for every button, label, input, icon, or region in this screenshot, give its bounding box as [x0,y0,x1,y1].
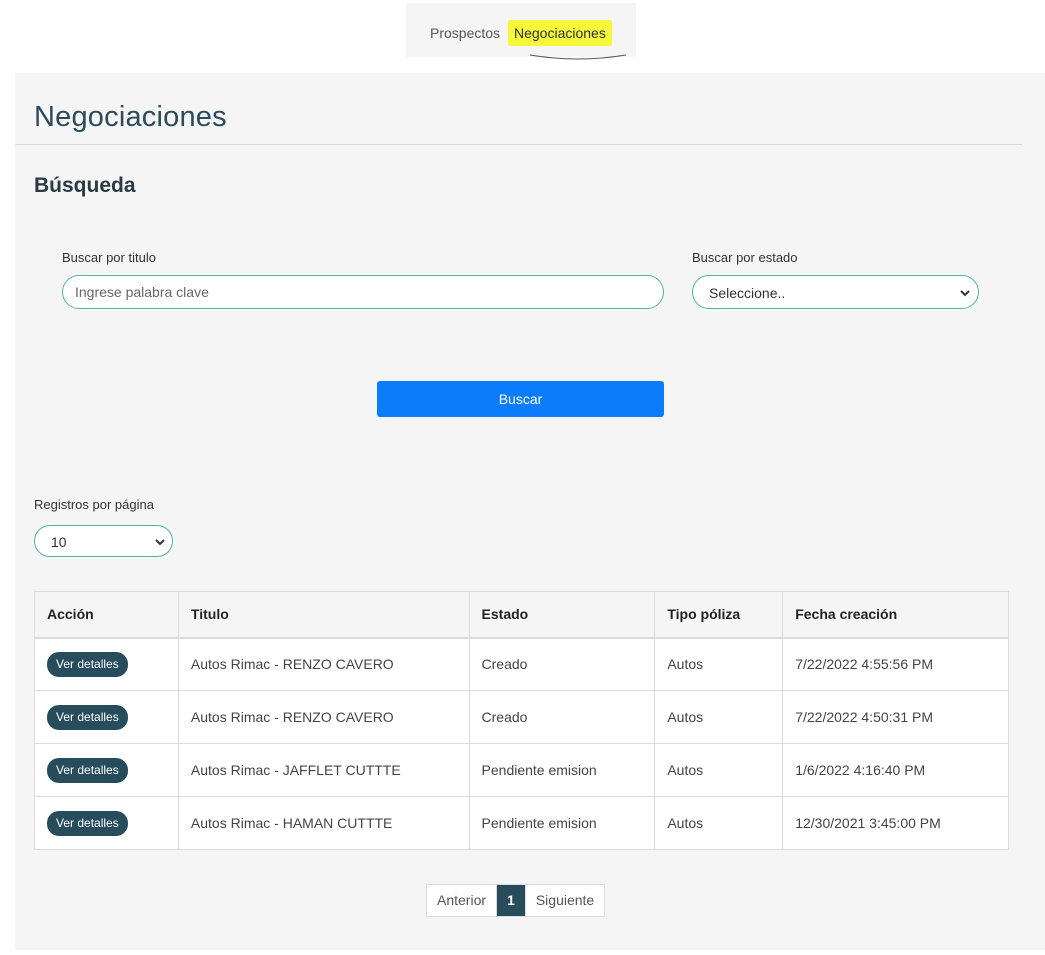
pagination-prev-button[interactable]: Anterior [427,885,496,916]
chevron-down-icon [960,290,970,297]
cell-titulo: Autos Rimac - JAFFLET CUTTTE [177,743,470,797]
cell-accion: Ver detalles [34,796,179,850]
main-panel: Negociaciones Búsqueda Buscar por titulo… [15,73,1045,950]
table-row: Ver detalles Autos Rimac - RENZO CAVERO … [34,637,1009,691]
tab-prospectos[interactable]: Prospectos [424,20,506,46]
table-row: Ver detalles Autos Rimac - HAMAN CUTTTE … [34,796,1009,850]
col-header-estado: Estado [468,591,656,639]
table-row: Ver detalles Autos Rimac - RENZO CAVERO … [34,690,1009,744]
cell-tipo: Autos [654,690,784,744]
col-header-fecha-creacion: Fecha creación [782,591,1009,639]
table-header-row: Acción Titulo Estado Tipo póliza Fecha c… [34,591,1009,639]
col-header-accion: Acción [34,591,179,639]
cell-fecha: 7/22/2022 4:50:31 PM [782,690,1009,744]
search-state-label: Buscar por estado [692,250,798,265]
per-page-select[interactable]: 10 [34,525,173,557]
per-page-label: Registros por página [34,497,154,512]
cell-fecha: 12/30/2021 3:45:00 PM [782,796,1009,850]
cell-estado: Pendiente emision [468,743,656,797]
pagination: Anterior 1 Siguiente [426,884,606,917]
search-title-label: Buscar por titulo [62,250,156,265]
search-button[interactable]: Buscar [377,381,664,417]
cell-estado: Creado [468,690,656,744]
tab-active-underline [529,54,627,60]
cell-fecha: 7/22/2022 4:55:56 PM [782,637,1009,691]
cell-accion: Ver detalles [34,743,179,797]
view-details-button[interactable]: Ver detalles [47,757,128,783]
negotiations-table: Acción Titulo Estado Tipo póliza Fecha c… [34,591,1009,850]
cell-titulo: Autos Rimac - HAMAN CUTTTE [177,796,470,850]
cell-accion: Ver detalles [34,637,179,691]
pagination-next-button[interactable]: Siguiente [524,885,604,916]
cell-accion: Ver detalles [34,690,179,744]
table-row: Ver detalles Autos Rimac - JAFFLET CUTTT… [34,743,1009,797]
section-title-busqueda: Búsqueda [34,174,136,197]
chevron-down-icon [155,539,165,546]
col-header-titulo: Titulo [177,591,470,639]
search-title-input[interactable] [62,275,664,309]
cell-tipo: Autos [654,743,784,797]
tab-negociaciones[interactable]: Negociaciones [508,20,612,46]
cell-estado: Pendiente emision [468,796,656,850]
search-state-value: Seleccione.. [709,285,786,301]
cell-fecha: 1/6/2022 4:16:40 PM [782,743,1009,797]
pagination-page-button[interactable]: 1 [496,885,525,916]
view-details-button[interactable]: Ver detalles [47,651,128,677]
col-header-tipo-poliza: Tipo póliza [654,591,784,639]
cell-tipo: Autos [654,637,784,691]
cell-titulo: Autos Rimac - RENZO CAVERO [177,690,470,744]
page-title: Negociaciones [34,101,227,133]
cell-titulo: Autos Rimac - RENZO CAVERO [177,637,470,691]
per-page-value: 10 [51,534,67,550]
search-state-select[interactable]: Seleccione.. [692,275,979,309]
view-details-button[interactable]: Ver detalles [47,704,128,730]
cell-tipo: Autos [654,796,784,850]
title-divider [15,144,1022,145]
cell-estado: Creado [468,637,656,691]
top-nav: Prospectos Negociaciones [406,3,636,60]
view-details-button[interactable]: Ver detalles [47,810,128,836]
